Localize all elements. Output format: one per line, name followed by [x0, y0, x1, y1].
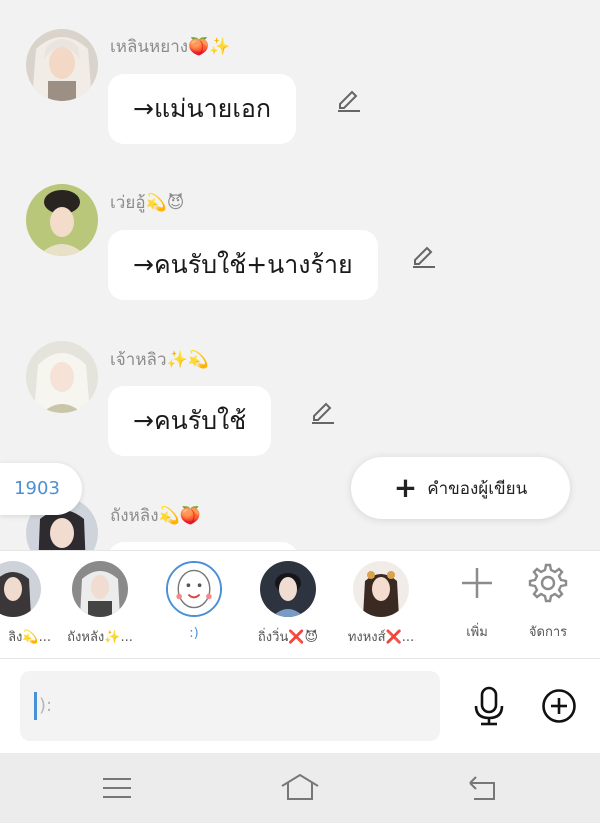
manage-label: จัดการ	[528, 625, 568, 640]
character-item[interactable]: ทงหงส์❌...	[331, 561, 431, 647]
manage-button[interactable]: จัดการ	[513, 563, 583, 642]
character-name: เหลินหยาง🍑✨	[110, 37, 231, 57]
home-icon[interactable]	[280, 773, 320, 801]
character-name: เว่ยอู้💫😈	[110, 193, 185, 213]
message-counter[interactable]: 1903	[0, 463, 82, 515]
add-character-button[interactable]: เพิ่ม	[442, 563, 512, 642]
author-note-button[interactable]: + คำของผู้เขียน	[351, 457, 570, 519]
character-label: ทงหงส์❌...	[347, 630, 415, 645]
character-avatar	[353, 561, 409, 617]
system-navigation-bar	[0, 753, 600, 823]
back-icon[interactable]	[468, 775, 498, 801]
character-label: ถังหลัง✨...	[67, 630, 133, 645]
message-bubble[interactable]: →คนรับใช้+นางร้าย	[108, 230, 378, 300]
gear-icon	[528, 563, 568, 603]
character-name: ถังหลิง💫🍑	[110, 506, 201, 526]
edit-icon[interactable]	[310, 400, 336, 426]
character-avatar	[72, 561, 128, 617]
text-caret	[34, 692, 37, 720]
character-label: ถิ่งวิ่น❌😈	[257, 630, 319, 645]
input-bar: ):	[0, 658, 600, 753]
character-item[interactable]: :)	[144, 561, 244, 641]
add-label: เพิ่ม	[466, 625, 488, 640]
message-bubble[interactable]: →แม่นายเอก	[108, 74, 297, 144]
edit-icon[interactable]	[411, 244, 437, 270]
character-avatar[interactable]	[26, 341, 98, 413]
edit-icon[interactable]	[336, 88, 362, 114]
microphone-icon[interactable]	[472, 686, 506, 726]
character-item[interactable]: ถังหลัง✨...	[50, 561, 150, 647]
author-note-label: คำของผู้เขียน	[427, 478, 528, 499]
chat-area[interactable]: เหลินหยาง🍑✨ →แม่นายเอก เว่ยอู้💫😈 →คนรับใ…	[0, 0, 600, 550]
plus-icon: +	[393, 471, 418, 504]
character-item[interactable]: ถิ่งวิ่น❌😈	[238, 561, 338, 647]
character-avatar[interactable]	[26, 184, 98, 256]
character-label: :)	[189, 626, 199, 641]
character-avatar[interactable]	[26, 29, 98, 101]
plus-icon	[462, 568, 492, 598]
character-bar: ลิง💫... ถังหลัง✨... :) ถิ่งวิ่น❌😈 ทงหงส์…	[0, 550, 600, 658]
message-bubble[interactable]	[108, 542, 298, 550]
input-placeholder: ):	[39, 695, 53, 716]
character-avatar	[0, 561, 41, 617]
message-bubble[interactable]: →คนรับใช้	[108, 386, 272, 456]
character-avatar	[166, 561, 222, 617]
message-input[interactable]: ):	[20, 671, 440, 741]
add-circle-icon[interactable]	[541, 688, 577, 724]
character-avatar	[260, 561, 316, 617]
character-name: เจ้าหลิว✨💫	[110, 350, 209, 370]
menu-icon[interactable]	[102, 777, 132, 799]
